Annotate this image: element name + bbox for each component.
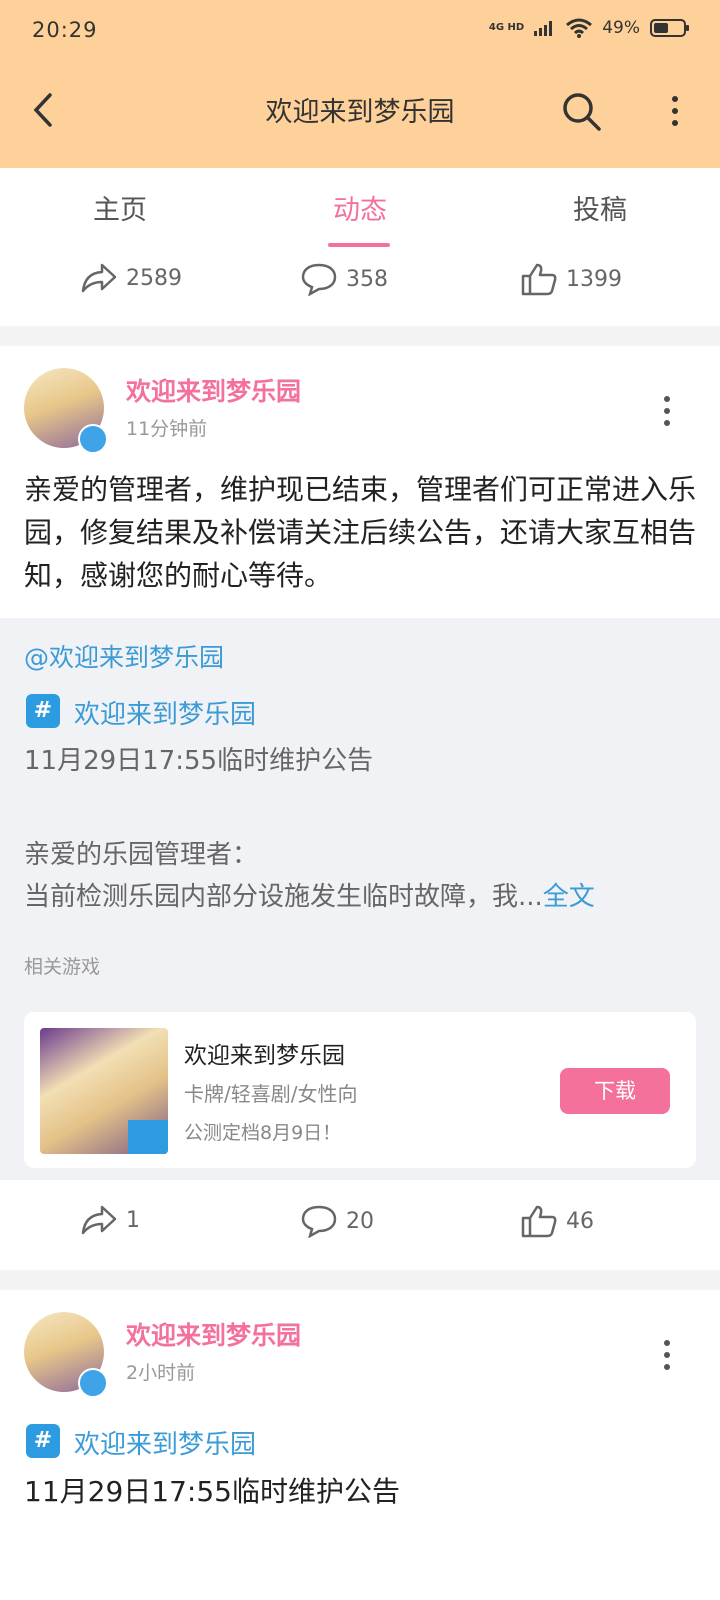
topic-hash-icon: # xyxy=(26,1424,60,1458)
post-actions: 1 20 46 xyxy=(0,1188,720,1258)
share-button[interactable]: 1 xyxy=(80,1204,140,1236)
share-count: 1 xyxy=(126,1207,140,1233)
repost-excerpt: 当前检测乐园内部分设施发生临时故障，我... xyxy=(24,882,543,912)
post-author[interactable]: 欢迎来到梦乐园 xyxy=(126,1316,301,1352)
comment-button[interactable]: 20 xyxy=(300,1204,374,1238)
battery-icon xyxy=(650,19,689,37)
game-card[interactable]: 欢迎来到梦乐园 卡牌/轻喜剧/女性向 公测定档8月9日！ 下载 xyxy=(24,1012,696,1168)
search-icon[interactable] xyxy=(560,90,602,132)
game-name: 欢迎来到梦乐园 xyxy=(184,1043,345,1069)
page-title: 欢迎来到梦乐园 xyxy=(265,97,455,128)
app-header: 20:29 4G HD 49% 欢迎来到梦乐园 xyxy=(0,0,720,168)
post-headline: 11月29日17:55临时维护公告 xyxy=(24,1475,400,1508)
like-count: 46 xyxy=(566,1208,594,1234)
share-button[interactable]: 2589 xyxy=(80,262,182,294)
topic-link[interactable]: 欢迎来到梦乐园 xyxy=(74,1424,256,1461)
more-vertical-icon[interactable] xyxy=(672,96,678,126)
game-tags: 卡牌/轻喜剧/女性向 xyxy=(184,1082,358,1106)
related-games-label: 相关游戏 xyxy=(24,956,101,978)
comment-button[interactable]: 358 xyxy=(300,262,388,296)
comment-icon xyxy=(301,263,337,296)
status-icons: 4G HD 49% xyxy=(488,18,689,38)
wifi-icon xyxy=(566,18,593,38)
like-icon xyxy=(521,1205,557,1238)
repost-excerpt-line: 当前检测乐园内部分设施发生临时故障，我...全文 xyxy=(24,876,595,913)
like-button[interactable]: 1399 xyxy=(520,262,622,296)
divider xyxy=(0,326,720,346)
post-time: 2小时前 xyxy=(126,1362,196,1384)
game-cover-image xyxy=(40,1028,168,1154)
share-count: 2589 xyxy=(126,265,182,291)
repost-headline: 11月29日17:55临时维护公告 xyxy=(24,746,374,776)
post-time: 11分钟前 xyxy=(126,418,208,440)
like-button[interactable]: 46 xyxy=(520,1204,594,1238)
comment-icon xyxy=(301,1205,337,1238)
post-actions-top: 2589 358 1399 xyxy=(0,248,720,318)
post-more-icon[interactable] xyxy=(664,1340,670,1376)
divider xyxy=(0,1270,720,1290)
tab-home[interactable]: 主页 xyxy=(50,188,190,227)
verified-badge-icon xyxy=(78,424,108,454)
like-icon xyxy=(521,263,557,296)
tab-submit[interactable]: 投稿 xyxy=(530,188,670,227)
post-text: 亲爱的管理者，维护现已结束，管理者们可正常进入乐园，修复结果及补偿请关注后续公告… xyxy=(24,473,697,592)
mention-link[interactable]: @欢迎来到梦乐园 xyxy=(24,638,224,674)
like-count: 1399 xyxy=(566,266,622,292)
status-time: 20:29 xyxy=(32,18,98,42)
bilibili-logo-icon xyxy=(128,1120,168,1154)
tab-bar: 主页 动态 投稿 xyxy=(0,168,720,249)
post-author[interactable]: 欢迎来到梦乐园 xyxy=(126,372,301,408)
share-icon xyxy=(81,263,117,293)
comment-count: 20 xyxy=(346,1208,374,1234)
topic-link[interactable]: 欢迎来到梦乐园 xyxy=(74,694,256,731)
tab-dynamics[interactable]: 动态 xyxy=(290,188,430,227)
game-subtitle: 公测定档8月9日！ xyxy=(184,1122,342,1144)
full-text-link[interactable]: 全文 xyxy=(543,882,595,912)
verified-badge-icon xyxy=(78,1368,108,1398)
network-indicator: 4G HD xyxy=(488,22,525,33)
comment-count: 358 xyxy=(346,266,388,292)
download-button[interactable]: 下载 xyxy=(560,1068,670,1114)
repost-greeting: 亲爱的乐园管理者： xyxy=(24,840,259,870)
active-tab-indicator xyxy=(328,243,390,247)
battery-percent: 49% xyxy=(602,18,640,38)
post-more-icon[interactable] xyxy=(664,396,670,432)
signal-icon xyxy=(534,21,553,36)
topic-hash-icon: # xyxy=(26,694,60,728)
share-icon xyxy=(81,1205,117,1235)
